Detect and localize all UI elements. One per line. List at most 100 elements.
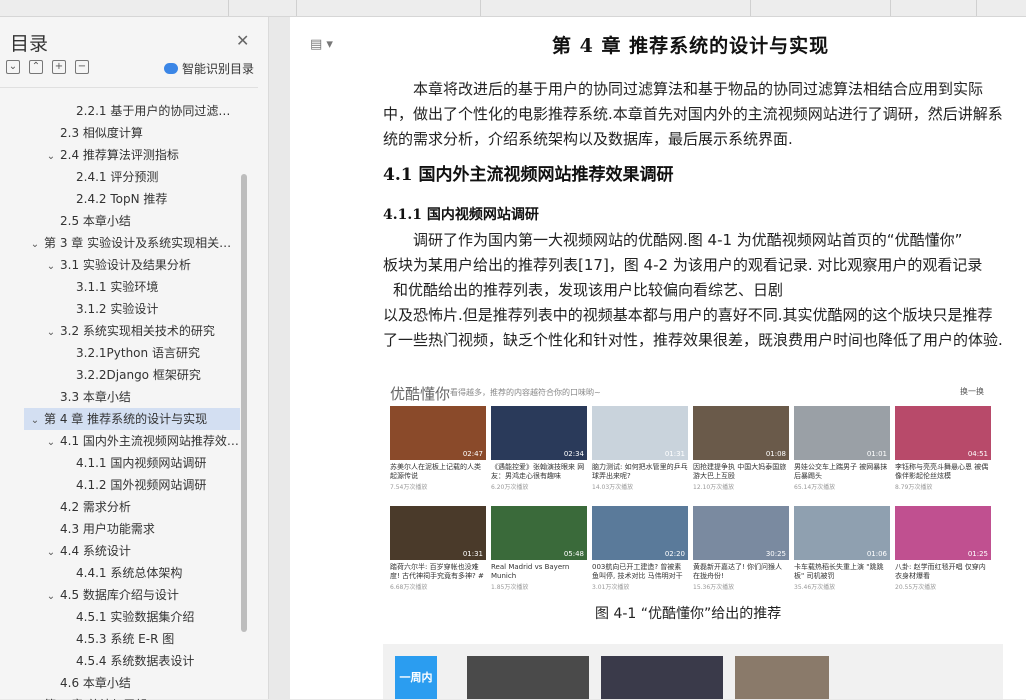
toc-item[interactable]: 4.4.1 系统总体架构: [24, 562, 240, 584]
video-duration: 01:31: [664, 450, 685, 458]
figure-caption: 图 4-1 “优酷懂你”给出的推荐: [595, 606, 782, 622]
toc-item-label: 4.5 数据库介绍与设计: [60, 588, 179, 602]
toc-item-label: 2.4.2 TopN 推荐: [76, 192, 168, 206]
toc-item[interactable]: 3.1.2 实验设计: [24, 298, 240, 320]
toc-item-label: 4.1.1 国内视频网站调研: [76, 456, 207, 470]
toc-item[interactable]: 3.3 本章小结: [24, 386, 240, 408]
toc-item[interactable]: 4.5.1 实验数据集介绍: [24, 606, 240, 628]
chevron-down-icon[interactable]: ⌄: [28, 696, 42, 700]
toc-item[interactable]: 4.2 需求分析: [24, 496, 240, 518]
toc-item[interactable]: 3.2.2Django 框架研究: [24, 364, 240, 386]
toc-item[interactable]: ⌄4.1 国内外主流视频网站推荐效果调研: [24, 430, 240, 452]
video-plays: 65.14万次播放: [794, 484, 836, 491]
video-thumbnail[interactable]: 01:31: [592, 406, 688, 460]
video-title[interactable]: 黄磊新开嘉达了! 你们问猴人在拢舟份!: [693, 563, 789, 581]
video-thumbnail[interactable]: 04:51: [895, 406, 991, 460]
collapse-all-icon[interactable]: ⌃: [29, 60, 43, 74]
video-plays: 35.46万次播放: [794, 584, 836, 591]
chevron-down-icon[interactable]: ⌄: [44, 322, 58, 342]
close-icon[interactable]: ✕: [236, 31, 249, 50]
video-thumbnail[interactable]: 05:48: [491, 506, 587, 560]
youku-figure: 优酷懂你 看得越多，推荐的内容越符合你的口味哟~ 换一换 02:47 苏美尔人在泥…: [386, 379, 1006, 597]
toc-item[interactable]: ⌄第 5 章 总结与展望: [24, 694, 240, 700]
toc-item[interactable]: 4.6 本章小结: [24, 672, 240, 694]
toc-item[interactable]: 4.1.2 国外视频网站调研: [24, 474, 240, 496]
chevron-down-icon[interactable]: ⌄: [28, 410, 42, 430]
toolbar-divider: [296, 0, 297, 16]
video-title[interactable]: 卡车载热稻长失重上演 "跳跳板" 司机被罚: [794, 563, 890, 581]
toc-item-label: 4.6 本章小结: [60, 676, 131, 690]
video-title[interactable]: 脑力测试: 如何把水管里的乒乓球弄出来呢?: [592, 463, 688, 481]
video-thumbnail[interactable]: 01:31: [390, 506, 486, 560]
video-thumbnail[interactable]: 01:01: [794, 406, 890, 460]
video-duration: 04:51: [967, 450, 988, 458]
video-plays: 8.79万次播放: [895, 484, 933, 491]
video-title[interactable]: 因抢建提争执 中国大妈泰国旅游大巴上互殴: [693, 463, 789, 481]
toc-item[interactable]: ⌄ 第 3 章 实验设计及系统实现相关技术: [24, 232, 240, 254]
video-thumbnail[interactable]: 01:06: [794, 506, 890, 560]
toc-item[interactable]: 4.5.4 系统数据表设计: [24, 650, 240, 672]
week-badge: 一周内: [395, 656, 437, 699]
toc-item[interactable]: 4.5.3 系统 E-R 图: [24, 628, 240, 650]
video-duration: 30:25: [765, 550, 786, 558]
toc-item[interactable]: 2.2.1 基于用户的协同过滤算法: [24, 100, 240, 122]
refresh-label: 换一换: [960, 387, 984, 396]
video-title[interactable]: 003航向已开工建造? 曾被素鱼叫停, 技术对比 马伟明对干获: [592, 563, 688, 581]
video-duration: 01:31: [462, 550, 483, 558]
toc-item[interactable]: 2.4.2 TopN 推荐: [24, 188, 240, 210]
toc-item[interactable]: 3.2.1Python 语言研究: [24, 342, 240, 364]
chevron-down-icon[interactable]: ⌄: [44, 542, 58, 562]
toc-item[interactable]: ⌄ 第 4 章 推荐系统的设计与实现: [24, 408, 240, 430]
video-thumbnail[interactable]: 02:47: [390, 406, 486, 460]
chevron-down-icon[interactable]: ⌄: [44, 432, 58, 452]
chevron-down-icon[interactable]: ⌄: [28, 234, 42, 254]
video-title[interactable]: 男娃公交车上踹男子 被网暴抹后暴踢头: [794, 463, 890, 481]
chevron-down-icon[interactable]: ⌄: [44, 586, 58, 606]
video-thumbnail[interactable]: 02:34: [491, 406, 587, 460]
video-title[interactable]: 《遇能控爱》张翰演技眼来 网友：男鸿走心很有趣味: [491, 463, 587, 481]
remove-heading-icon[interactable]: −: [75, 60, 89, 74]
video-thumbnail[interactable]: 01:25: [895, 506, 991, 560]
toc-scrollbar[interactable]: [241, 174, 247, 632]
toc-item[interactable]: ⌄ 4.4 系统设计: [24, 540, 240, 562]
add-heading-icon[interactable]: +: [52, 60, 66, 74]
toc-item-label: 4.5.4 系统数据表设计: [76, 654, 195, 668]
toc-item[interactable]: 2.3 相似度计算: [24, 122, 240, 144]
toc-item[interactable]: ⌄ 4.5 数据库介绍与设计: [24, 584, 240, 606]
toc-item[interactable]: 4.1.1 国内视频网站调研: [24, 452, 240, 474]
video-thumbnail[interactable]: 02:20: [592, 506, 688, 560]
body-paragraph: 以及恐怖片.但是推荐列表中的视频基本都与用户的喜好不同.其实优酷网的这个版块只是…: [383, 306, 1003, 349]
body-line: 和优酷给出的推荐列表，发现该用户比较偏向看综艺、日剧: [393, 281, 784, 299]
toc-item[interactable]: ⌄ 3.2 系统实现相关技术的研究: [24, 320, 240, 342]
video-title[interactable]: 八卦: 赵学而红毯开唱 仅穿内衣身材爆看: [895, 563, 991, 581]
video-duration: 02:20: [664, 550, 685, 558]
video-title[interactable]: 踏荷六尔半: 百岁穿帐也没难度! 古代神祠手究竟有多神? #: [390, 563, 486, 581]
toc-item[interactable]: 2.5 本章小结: [24, 210, 240, 232]
video-title[interactable]: 苏美尔人在泥板上记载的人类起源传说: [390, 463, 486, 481]
toc-list: 2.2.1 基于用户的协同过滤算法 2.3 相似度计算 ⌄ 2.4 推荐算法评测指标 2…: [0, 87, 258, 700]
toc-item[interactable]: ⌄ 3.1 实验设计及结果分析: [24, 254, 240, 276]
video-plays: 20.55万次播放: [895, 584, 937, 591]
video-plays: 1.85万次播放: [491, 584, 529, 591]
toc-item[interactable]: 2.4.1 评分预测: [24, 166, 240, 188]
toc-item-label: 3.1.2 实验设计: [76, 302, 159, 316]
video-thumbnail[interactable]: 01:08: [693, 406, 789, 460]
toc-item-label: 4.2 需求分析: [60, 500, 131, 514]
sidebar-title: 目录: [10, 33, 49, 55]
video-title[interactable]: 李钰称与亮亮斗舞悬心恩 被偶像伴影起伦丝炫模: [895, 463, 991, 481]
toc-item-label: 2.4 推荐算法评测指标: [60, 148, 179, 162]
toc-toolbar: ⌄ ⌃ + −: [6, 60, 89, 74]
video-title[interactable]: Real Madrid vs Bayern Munich: [491, 563, 587, 581]
expand-all-icon[interactable]: ⌄: [6, 60, 20, 74]
video-thumbnail[interactable]: 30:25: [693, 506, 789, 560]
video-plays: 6.68万次播放: [390, 584, 428, 591]
toc-item-label: 3.3 本章小结: [60, 390, 131, 404]
chevron-down-icon[interactable]: ⌄: [44, 256, 58, 276]
toc-item[interactable]: 3.1.1 实验环境: [24, 276, 240, 298]
smart-toc-button[interactable]: 智能识别目录: [164, 60, 254, 77]
document-icon[interactable]: ▤ ▾: [310, 37, 333, 52]
toc-item[interactable]: 4.3 用户功能需求: [24, 518, 240, 540]
chevron-down-icon[interactable]: ⌄: [44, 146, 58, 166]
toc-item[interactable]: ⌄ 2.4 推荐算法评测指标: [24, 144, 240, 166]
video-duration: 05:48: [563, 550, 584, 558]
